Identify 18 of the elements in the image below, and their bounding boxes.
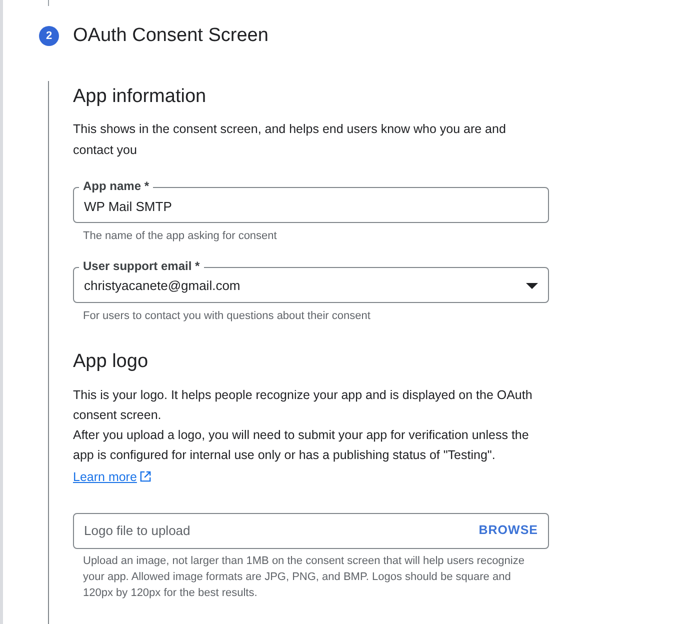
section-heading: App information <box>73 84 208 108</box>
section-heading: App logo <box>73 350 150 374</box>
field-hint: The name of the app asking for consent <box>83 229 278 244</box>
upload-field[interactable]: Logo file to upload BROWSE <box>73 512 549 548</box>
field-hint: For users to contact you with questions about their consent <box>83 308 372 324</box>
field-value: WP Mail SMTP <box>84 198 173 216</box>
upload-placeholder: Logo file to upload <box>84 522 190 540</box>
section-description: After you upload a logo, you will need to submit your app for verification unless the app is configured for internal use only or has a publishing status of "Testing". <box>73 426 530 464</box>
browse-button[interactable]: BROWSE <box>478 521 538 540</box>
step-title: OAuth Consent Screen <box>73 24 268 48</box>
dropdown-arrow-icon <box>526 283 538 289</box>
section-description: This shows in the consent screen, and helps end users know who you are and contact you <box>73 121 507 159</box>
field-value: christyacanete@gmail.com <box>84 277 242 296</box>
external-link-icon <box>140 471 151 482</box>
section-description: This is your logo. It helps people recognize your app and is displayed on the OAuth consent screen. <box>73 386 534 424</box>
learn-more-link[interactable]: Learn more <box>73 466 151 486</box>
step-badge: 2 <box>39 26 59 46</box>
upload-hint: Upload an image, not larger than 1MB on the consent screen that will help users recognize your app. Allowed image formats are JPG, PNG, and BMP. Logos should be square and 120px by 120px for the best results. <box>83 554 526 600</box>
